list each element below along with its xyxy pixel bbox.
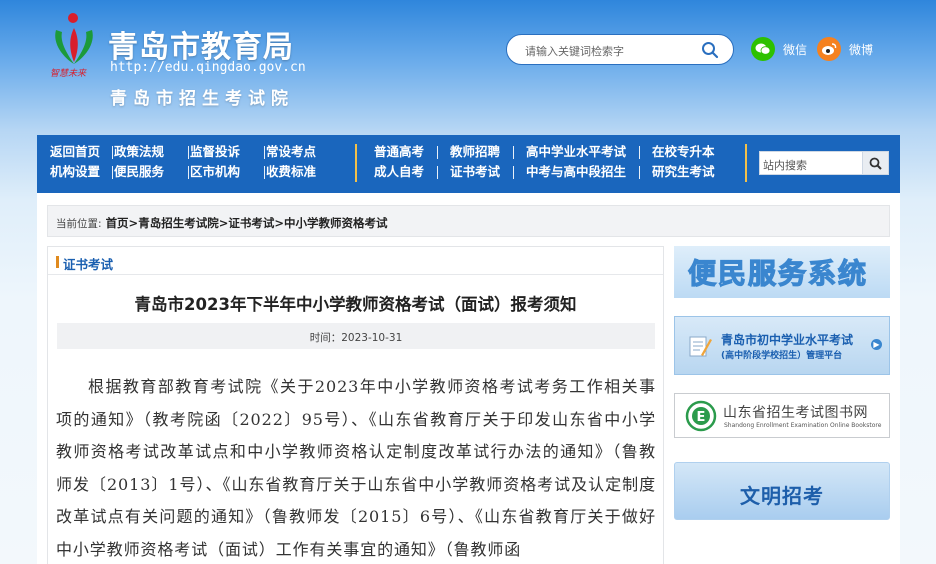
banner3-line1: 山东省招生考试图书网 <box>723 405 868 421</box>
nav-item-certificate[interactable]: 证书考试 <box>450 164 526 179</box>
nav-item-district[interactable]: 区市机构 <box>190 164 266 179</box>
nav-item-fees[interactable]: 收费标准 <box>266 164 326 179</box>
weibo-label: 微博 <box>849 42 874 57</box>
site-search-input[interactable]: 站内搜索 <box>759 151 889 175</box>
breadcrumb-path[interactable]: 首页>青岛招生考试院>证书考试>中小学教师资格考试 <box>106 216 388 230</box>
nav-item-home[interactable]: 返回首页 <box>50 144 114 159</box>
header-search-box[interactable]: 请输入关键词检索字 <box>506 34 734 65</box>
nav-divider <box>355 144 357 182</box>
article-date: 时间：2023-10-31 <box>57 323 655 349</box>
nav-item-gaokao[interactable]: 普通高考 <box>374 144 450 159</box>
logo-caption: 智慧未来 <box>50 68 87 79</box>
nav-item-policy[interactable]: 政策法规 <box>114 144 190 159</box>
nav-group-2: 普通高考 教师招聘 高中学业水平考试 在校专升本 成人自考 证书考试 中考与高中… <box>374 144 722 179</box>
nav-item-complaint[interactable]: 监督投诉 <box>190 144 266 159</box>
banner4-title: 文明招考 <box>740 484 824 508</box>
nav-item-postgraduate[interactable]: 研究生考试 <box>652 164 722 179</box>
logo-icon[interactable]: 智慧未来 <box>50 12 100 80</box>
wechat-label: 微信 <box>783 42 808 57</box>
nav-item-academic-test[interactable]: 高中学业水平考试 <box>526 144 652 159</box>
nav-item-self-study[interactable]: 成人自考 <box>374 164 450 179</box>
civilized-exam-banner[interactable]: 文明招考 <box>674 462 890 520</box>
nav-item-exam-sites[interactable]: 常设考点 <box>266 144 326 159</box>
search-icon <box>869 157 882 170</box>
site-search-placeholder: 站内搜索 <box>763 159 807 172</box>
banner2-line2: (高中阶段学校招生）管理平台 <box>721 351 843 361</box>
nav-item-services[interactable]: 便民服务 <box>114 164 190 179</box>
breadcrumb-label: 当前位置: <box>56 218 102 230</box>
article-panel: 证书考试 青岛市2023年下半年中小学教师资格考试（面试）报考须知 时间：202… <box>47 246 664 564</box>
site-search-button[interactable] <box>862 152 888 174</box>
wechat-icon <box>751 37 775 61</box>
category-bar: 证书考试 <box>48 247 663 275</box>
nav-item-upgrade[interactable]: 在校专升本 <box>652 144 722 159</box>
banner2-line1: 青岛市初中学业水平考试 <box>721 333 854 347</box>
banner3-line2: Shandong Enrollment Examination Online B… <box>724 422 882 429</box>
weibo-link[interactable]: 微博 <box>817 37 873 61</box>
weibo-icon <box>817 37 841 61</box>
svg-text:E: E <box>697 410 706 425</box>
search-icon[interactable] <box>701 41 719 59</box>
nav-item-organization[interactable]: 机构设置 <box>50 164 114 179</box>
header-search-placeholder: 请输入关键词检索字 <box>525 45 624 58</box>
site-url: http://edu.qingdao.gov.cn <box>110 60 306 75</box>
article-title: 青岛市2023年下半年中小学教师资格考试（面试）报考须知 <box>134 295 577 314</box>
convenience-service-banner[interactable]: 便民服务系统 <box>674 246 890 298</box>
nav-item-zhongkao[interactable]: 中考与高中段招生 <box>526 164 652 179</box>
pencil-icon <box>689 336 712 357</box>
arrow-right-icon: ▶ <box>871 339 882 350</box>
category-title[interactable]: 证书考试 <box>63 254 113 273</box>
nav-divider-2 <box>745 144 747 182</box>
bookstore-banner[interactable]: E 山东省招生考试图书网 Shandong Enrollment Examina… <box>674 393 890 438</box>
nav-item-teacher-recruit[interactable]: 教师招聘 <box>450 144 526 159</box>
article-body: 根据教育部教育考试院《关于2023年中小学教师资格考试考务工作相关事项的通知》（… <box>56 377 656 559</box>
banner-title: 便民服务系统 <box>687 256 869 290</box>
breadcrumb: 当前位置: 首页>青岛招生考试院>证书考试>中小学教师资格考试 <box>47 205 890 237</box>
bookstore-logo-icon: E <box>685 400 717 432</box>
wechat-link[interactable]: 微信 <box>751 37 807 61</box>
site-subtitle: 青岛市招生考试院 <box>110 89 294 109</box>
category-marker <box>56 256 59 268</box>
zhongkao-platform-banner[interactable]: 青岛市初中学业水平考试 (高中阶段学校招生）管理平台 ▶ <box>674 316 890 375</box>
